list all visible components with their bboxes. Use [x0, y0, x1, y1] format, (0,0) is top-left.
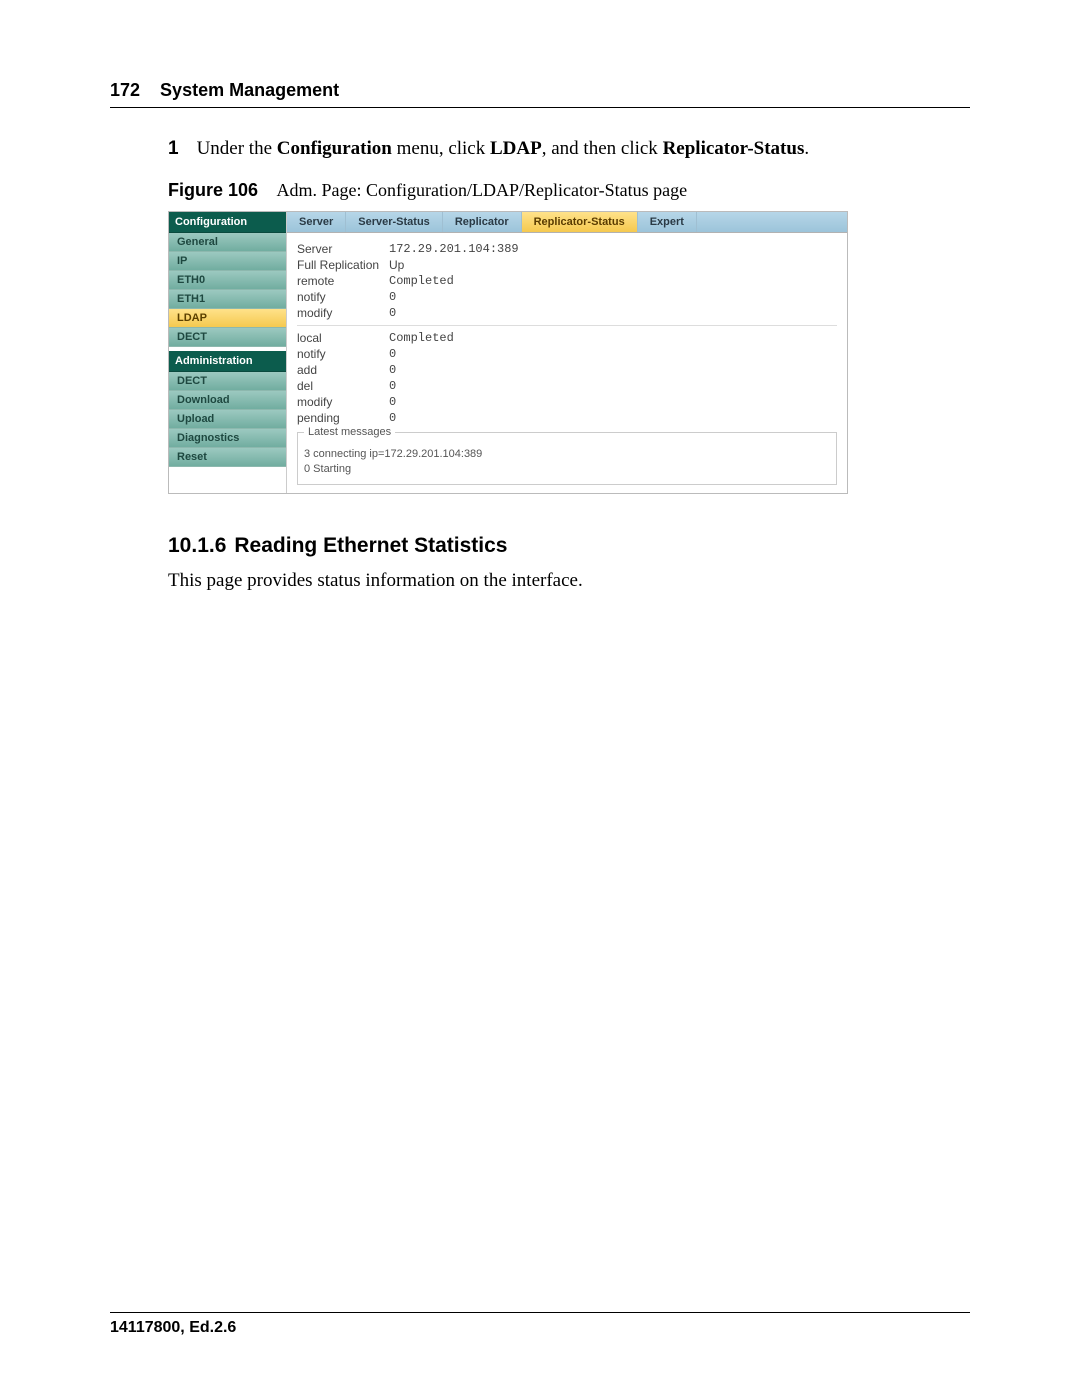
content-area: ServerServer-StatusReplicatorReplicator-… [287, 212, 847, 493]
sidebar-item-dect[interactable]: DECT [169, 372, 286, 391]
pending-value: 0 [389, 411, 396, 425]
server-value: 172.29.201.104:389 [389, 242, 519, 256]
tab-server-status[interactable]: Server-Status [346, 212, 443, 232]
sidebar-item-reset[interactable]: Reset [169, 448, 286, 467]
remote-value: Completed [389, 274, 454, 288]
screenshot-ui: Configuration GeneralIPETH0ETH1LDAPDECT … [168, 211, 848, 494]
modify2-label: modify [297, 395, 389, 409]
fullrep-label: Full Replication [297, 258, 389, 272]
status-pane: Server172.29.201.104:389 Full Replicatio… [287, 233, 847, 493]
step-text: Under the Configuration menu, click LDAP… [197, 138, 810, 160]
del-value: 0 [389, 379, 396, 393]
sidebar-item-diagnostics[interactable]: Diagnostics [169, 429, 286, 448]
pending-label: pending [297, 411, 389, 425]
sidebar-item-upload[interactable]: Upload [169, 410, 286, 429]
figure-caption: Figure 106 Adm. Page: Configuration/LDAP… [168, 180, 970, 201]
remote-label: remote [297, 274, 389, 288]
sidebar-item-ldap[interactable]: LDAP [169, 309, 286, 328]
modify2-value: 0 [389, 395, 396, 409]
add-label: add [297, 363, 389, 377]
step-number: 1 [168, 138, 179, 160]
local-label: local [297, 331, 389, 345]
sidebar-header-configuration: Configuration [169, 212, 286, 233]
sidebar-item-general[interactable]: General [169, 233, 286, 252]
local-value: Completed [389, 331, 454, 345]
doc-id: 14117800, Ed.2.6 [110, 1319, 236, 1336]
latest-messages-legend: Latest messages [304, 426, 395, 438]
modify1-value: 0 [389, 306, 396, 320]
notify1-value: 0 [389, 290, 396, 304]
page-number: 172 [110, 80, 140, 101]
notify2-value: 0 [389, 347, 396, 361]
step-1: 1 Under the Configuration menu, click LD… [168, 138, 970, 160]
figure-description: Adm. Page: Configuration/LDAP/Replicator… [277, 180, 688, 200]
tab-server[interactable]: Server [287, 212, 346, 232]
page-header: 172 System Management [110, 80, 970, 108]
tab-bar: ServerServer-StatusReplicatorReplicator-… [287, 212, 847, 233]
tab-expert[interactable]: Expert [638, 212, 697, 232]
modify1-label: modify [297, 306, 389, 320]
body-paragraph: This page provides status information on… [168, 570, 970, 592]
section-number: 10.1.6 [168, 534, 226, 557]
figure-label: Figure 106 [168, 180, 258, 200]
tab-replicator[interactable]: Replicator [443, 212, 522, 232]
section-heading: 10.1.6 Reading Ethernet Statistics [168, 534, 970, 558]
sidebar: Configuration GeneralIPETH0ETH1LDAPDECT … [169, 212, 287, 493]
add-value: 0 [389, 363, 396, 377]
del-label: del [297, 379, 389, 393]
latest-messages-box: Latest messages 3 connecting ip=172.29.2… [297, 432, 837, 485]
sidebar-item-eth1[interactable]: ETH1 [169, 290, 286, 309]
sidebar-item-eth0[interactable]: ETH0 [169, 271, 286, 290]
notify1-label: notify [297, 290, 389, 304]
server-label: Server [297, 242, 389, 256]
fullrep-value: Up [389, 258, 404, 272]
sidebar-item-ip[interactable]: IP [169, 252, 286, 271]
tab-replicator-status[interactable]: Replicator-Status [522, 212, 638, 232]
sidebar-item-download[interactable]: Download [169, 391, 286, 410]
notify2-label: notify [297, 347, 389, 361]
sidebar-item-dect[interactable]: DECT [169, 328, 286, 347]
section-title: Reading Ethernet Statistics [234, 534, 507, 557]
latest-message: 0 Starting [304, 462, 830, 477]
chapter-title: System Management [160, 80, 339, 101]
sidebar-header-administration: Administration [169, 351, 286, 372]
latest-message: 3 connecting ip=172.29.201.104:389 [304, 447, 830, 462]
page-footer: 14117800, Ed.2.6 [110, 1312, 970, 1337]
